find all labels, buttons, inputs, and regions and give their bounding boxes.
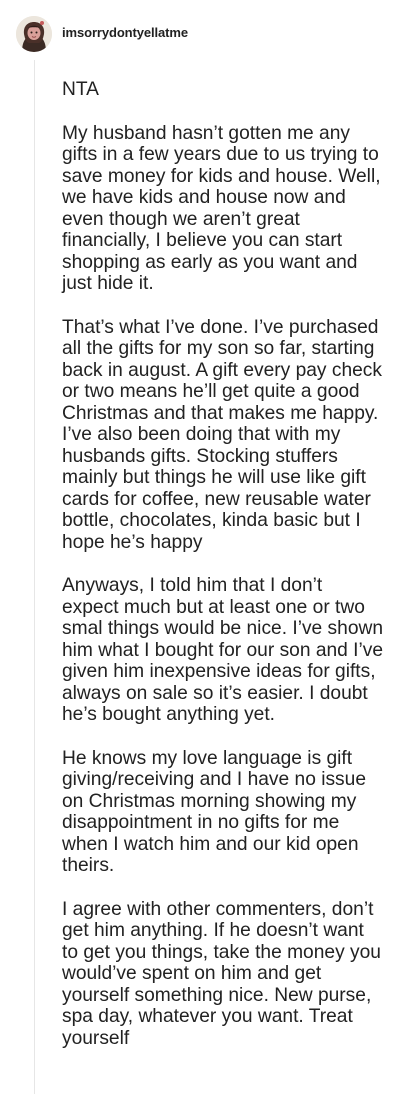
post-body: NTA My husband hasn’t gotten me any gift… bbox=[62, 79, 384, 1071]
post-header: imsorrydontyellatme bbox=[0, 0, 400, 64]
avatar-illustration-icon bbox=[16, 16, 52, 52]
post-paragraph: He knows my love language is gift giving… bbox=[62, 747, 366, 877]
post-paragraph: My husband hasn’t gotten me any gifts in… bbox=[62, 122, 381, 295]
post-paragraph: NTA bbox=[62, 79, 99, 100]
username[interactable]: imsorrydontyellatme bbox=[62, 25, 188, 40]
post-paragraph: Anyways, I told him that I don’t expect … bbox=[62, 575, 384, 725]
avatar[interactable] bbox=[16, 16, 52, 52]
post-paragraph: I agree with other commenters, don’t get… bbox=[62, 898, 381, 1049]
thread-divider-line bbox=[34, 60, 35, 1094]
post-paragraph: That’s what I’ve done. I’ve purchased al… bbox=[62, 316, 382, 553]
